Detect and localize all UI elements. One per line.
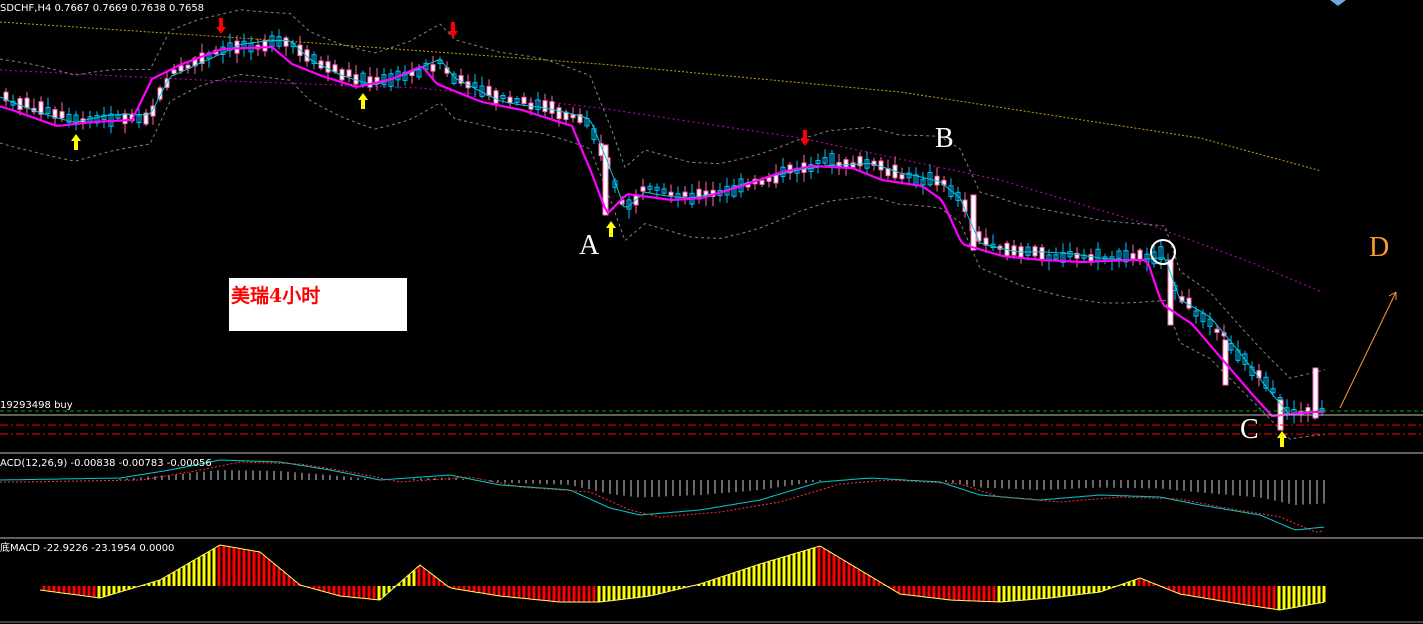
long-ma-line: [0, 21, 1321, 172]
candle-body: [171, 69, 177, 74]
candle-body: [542, 100, 548, 113]
buy-arrow: [71, 134, 81, 150]
fast-ma-line: [0, 39, 1325, 416]
candle-body: [970, 194, 977, 251]
buy-arrow: [1277, 431, 1287, 447]
candle-body: [682, 191, 688, 197]
candle-body: [332, 64, 338, 73]
bottom-macd-label: 底MACD -22.9226 -23.1954 0.0000: [0, 543, 175, 554]
candle-body: [1214, 328, 1220, 333]
candle-body: [430, 64, 436, 72]
annotation-d: D: [1369, 232, 1390, 263]
note-text: 美瑞4小时: [231, 285, 321, 307]
annotation-b: B: [935, 123, 954, 154]
candle-body: [262, 39, 268, 52]
price-chart: [0, 0, 1423, 623]
candle-body: [17, 98, 23, 110]
candle-body: [570, 114, 576, 119]
candle-body: [1167, 259, 1174, 326]
candle-body: [283, 37, 289, 47]
order-line-label: 19293498 buy: [0, 400, 73, 411]
sell-arrow: [448, 22, 458, 38]
candle-body: [640, 186, 646, 192]
candle-body: [59, 111, 65, 119]
candle-body: [367, 76, 373, 88]
buy-arrow: [358, 93, 368, 109]
candle-body: [521, 96, 527, 105]
annotation-c: C: [1240, 414, 1259, 445]
candle-body: [24, 97, 30, 109]
candle-body: [1130, 253, 1136, 260]
candle-body: [556, 107, 562, 120]
candle-body: [668, 191, 674, 196]
candle-body: [346, 69, 352, 77]
annotation-a: A: [579, 230, 600, 261]
candle-body: [325, 61, 331, 73]
candle-body: [899, 174, 905, 180]
candle-body: [1186, 297, 1192, 309]
corner-marker: [1330, 0, 1346, 6]
slow-ma-line: [0, 69, 1321, 292]
candle-body: [759, 179, 765, 185]
candle-body: [1039, 247, 1045, 261]
macd-info-label: ACD(12,26,9) -0.00838 -0.00783 -0.00056: [0, 458, 212, 469]
note-box: 美瑞4小时: [229, 278, 407, 331]
buy-arrow: [606, 221, 616, 237]
candle-body: [507, 96, 513, 104]
bollinger-upper: [0, 9, 1326, 379]
candle-body: [1032, 246, 1038, 257]
sell-arrow: [216, 18, 226, 34]
symbol-info-label: SDCHF,H4 0.7667 0.7669 0.7638 0.7658: [0, 3, 205, 14]
candle-body: [486, 85, 492, 97]
candle-body: [549, 101, 555, 114]
mid-ma-line: [0, 45, 1324, 418]
projection-line: [1339, 291, 1397, 409]
chart-window: SDCHF,H4 0.7667 0.7669 0.7638 0.7658 192…: [0, 0, 1423, 624]
candle-body: [878, 160, 884, 171]
candle-body: [850, 162, 856, 168]
candle-body: [122, 113, 128, 125]
candle-body: [493, 90, 499, 104]
signal-line: [0, 461, 1325, 533]
macd-line: [0, 459, 1325, 531]
